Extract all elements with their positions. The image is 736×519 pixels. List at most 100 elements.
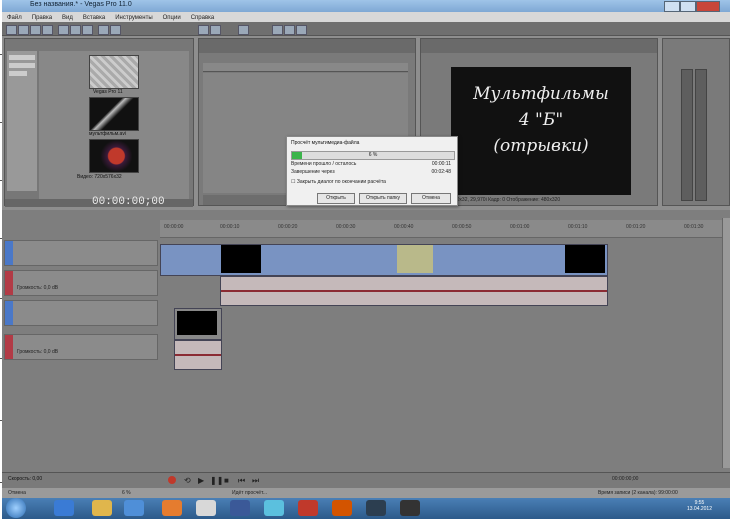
clip-thumbnail [397,245,433,273]
cancel-button[interactable]: Отмена [411,193,451,204]
selection-tool-icon[interactable] [296,25,307,35]
paste-icon[interactable] [82,25,93,35]
black-frame [221,245,261,273]
start-button[interactable] [6,498,26,518]
app-icon[interactable] [400,500,420,516]
status-bar: Отмена 6 % Идёт просчёт... Время записи … [2,488,730,498]
close-on-finish-checkbox[interactable]: ☐ Закрыть диалог по окончании расчёта [291,179,455,185]
row-label: Времени прошло / осталось [291,161,357,167]
render-icon[interactable] [42,25,53,35]
preview-screen: Мультфильмы 4 "Б" (отрывки) [451,67,631,195]
track-headers: Громкость: 0,0 dB Громкость: 0,0 dB [2,236,158,366]
level-meter [681,69,693,201]
loop-icon[interactable]: ⟲ [184,476,191,485]
menu-help[interactable]: Справка [186,14,220,22]
trimmer-ruler[interactable] [203,63,408,72]
vegas-taskbar-icon[interactable] [366,500,386,516]
minimize-button[interactable] [664,1,680,12]
timeline-scrollbar[interactable] [722,218,730,468]
audio-track-header[interactable]: Громкость: 0,0 dB [4,334,158,360]
menu-file[interactable]: Файл [2,14,27,22]
video-track-header[interactable] [4,240,158,266]
audio-clip[interactable] [220,276,608,306]
clock[interactable]: 9:55 13.04.2012 [687,500,712,512]
media-label: Vegas Pro 11 [93,89,123,95]
play-icon[interactable]: ▶ [198,476,204,485]
tree-item[interactable] [9,71,27,76]
preview-title-line: Мультфильмы [473,84,609,104]
audio-waveform [221,289,607,292]
yandex-icon[interactable] [196,500,216,516]
rewind-icon[interactable]: ⏮ [238,476,245,486]
maximize-button[interactable] [680,1,696,12]
media-label: Видео: 720x576x32 [77,174,122,180]
menu-edit[interactable]: Правка [27,14,57,22]
dialog-title: Просчёт мультимедиа-файла [291,140,360,146]
render-progress-dialog: Просчёт мультимедиа-файла 6 % Времени пр… [286,136,458,206]
track-volume-label: Громкость: 0,0 dB [17,349,59,355]
transport-bar: Скорость: 0,00 ⟲ ▶ ❚❚ ■ ⏮ ⏭ 00:00:00;00 [2,472,730,488]
app-icon[interactable] [230,500,250,516]
black-frame [565,245,605,273]
rate-label: Скорость: 0,00 [8,476,43,482]
media-thumbnail[interactable] [89,139,139,173]
audio-clip[interactable] [174,340,222,370]
row-label: Завершение через [291,169,335,175]
open-folder-button[interactable]: Открыть папку [359,193,407,204]
media-thumbnail[interactable] [89,97,139,131]
progress-percent: 6 % [368,152,378,158]
media-thumbnail[interactable] [89,55,139,89]
open-icon[interactable] [18,25,29,35]
ie-icon[interactable] [54,500,74,516]
status-center: Идёт просчёт... [232,490,267,496]
render-progress-bar: 6 % [291,151,455,160]
track-color [5,241,13,265]
new-icon[interactable] [6,25,17,35]
app-icon[interactable] [298,500,318,516]
menu-view[interactable]: Вид [57,14,78,22]
vegas-screen: Без названия.* - Vegas Pro 11.0 Файл Прав… [2,0,730,519]
tree-item[interactable] [9,55,35,60]
app-icon[interactable] [332,500,352,516]
trimmer-tool-icon[interactable] [198,25,209,35]
menu-insert[interactable]: Вставка [78,14,110,22]
save-icon[interactable] [30,25,41,35]
video-clip[interactable] [174,308,222,340]
trimmer-header [199,39,415,53]
open-button[interactable]: Открыть [317,193,355,204]
row-value: 00:00:11 [431,161,451,167]
folder-tree[interactable] [7,51,37,191]
status-progress: 6 % [122,490,131,496]
status-cancel[interactable]: Отмена [8,490,26,496]
snap-icon[interactable] [238,25,249,35]
envelope-tool-icon[interactable] [284,25,295,35]
cut-icon[interactable] [58,25,69,35]
audio-track-header[interactable]: Громкость: 0,0 dB [4,270,158,296]
media-player-icon[interactable] [124,500,144,516]
preview-toolbar [421,39,657,53]
firefox-icon[interactable] [162,500,182,516]
main-toolbar [2,22,730,36]
forward-icon[interactable]: ⏭ [252,476,259,486]
stop-icon[interactable]: ■ [224,476,229,485]
edit-tool-icon[interactable] [272,25,283,35]
project-media-panel: Vegas Pro 11 мультфильм.avi Видео: 720x5… [4,38,194,207]
menu-options[interactable]: Опции [158,14,186,22]
track-lanes [160,228,726,378]
video-track-header[interactable] [4,300,158,326]
close-button[interactable] [696,1,720,12]
skype-icon[interactable] [264,500,284,516]
explorer-icon[interactable] [92,500,112,516]
undo-icon[interactable] [98,25,109,35]
title-bar: Без названия.* - Vegas Pro 11.0 [2,0,730,12]
menu-tools[interactable]: Инструменты [110,14,157,22]
track-volume-label: Громкость: 0,0 dB [17,285,59,291]
pause-icon[interactable]: ❚❚ [210,476,223,485]
preview-title-line: 4 "Б" [518,110,564,130]
copy-icon[interactable] [70,25,81,35]
trimmer-tool-icon[interactable] [210,25,221,35]
record-icon[interactable] [168,476,176,484]
redo-icon[interactable] [110,25,121,35]
tree-item[interactable] [9,63,35,68]
video-clip[interactable] [160,244,608,276]
